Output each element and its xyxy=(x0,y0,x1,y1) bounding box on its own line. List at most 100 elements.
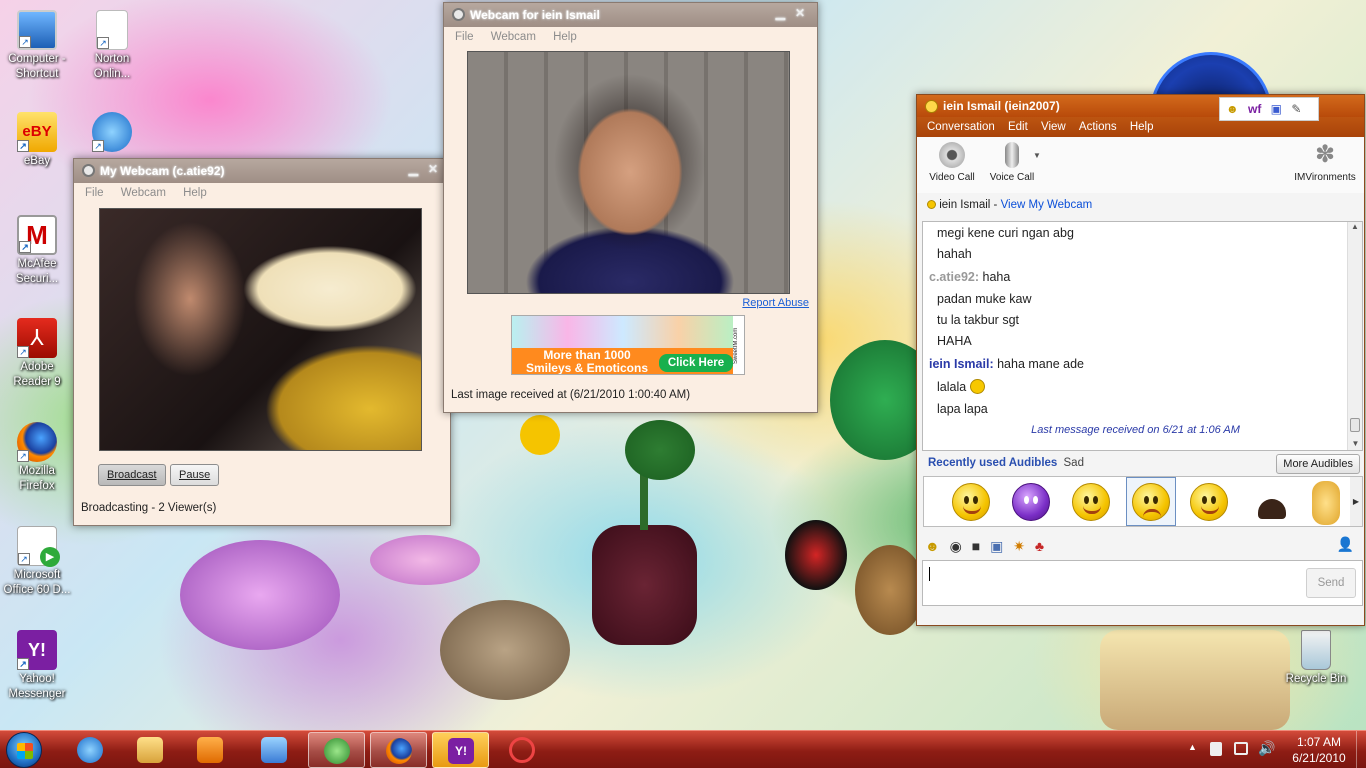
start-button[interactable] xyxy=(6,732,42,768)
smiley-icon[interactable]: ☻ xyxy=(1226,102,1239,116)
minimize-icon[interactable]: ▁ xyxy=(409,162,418,176)
webcam-icon xyxy=(939,142,965,168)
taskbar-media-player[interactable] xyxy=(182,732,239,768)
scroll-thumb[interactable] xyxy=(1350,418,1360,432)
shortcut-arrow-icon: ↗ xyxy=(92,140,104,152)
shortcut-arrow-icon: ↗ xyxy=(17,450,29,462)
show-desktop-button[interactable] xyxy=(1356,731,1366,768)
photo-icon[interactable]: ▣ xyxy=(990,538,1003,554)
close-icon[interactable]: ✕ xyxy=(428,162,438,176)
desktop-icon-mcafee[interactable]: M ↗ McAfee Securi... xyxy=(0,215,74,287)
audible-angel-icon[interactable] xyxy=(1072,483,1110,521)
quick-tools: ☻ wf ▣ ✎ xyxy=(1219,97,1319,121)
camera-icon[interactable]: ■ xyxy=(972,538,980,554)
contact-icon[interactable]: 👤 xyxy=(1337,536,1354,553)
taskbar-explorer[interactable] xyxy=(122,732,179,768)
clock[interactable]: 1:07 AM 6/21/2010 xyxy=(1282,734,1356,766)
menubar: File Webcam Help xyxy=(444,27,817,47)
nudge-icon[interactable]: ✷ xyxy=(1013,538,1025,554)
plugins-icon[interactable]: ♣ xyxy=(1035,538,1044,554)
scroll-right-icon[interactable]: ▶ xyxy=(1350,477,1362,526)
my-webcam-window: My Webcam (c.atie92) ▁ ✕ File Webcam Hel… xyxy=(73,158,451,526)
menu-file[interactable]: File xyxy=(85,187,104,199)
send-button[interactable]: Send xyxy=(1306,568,1356,598)
my-webcam-titlebar[interactable]: My Webcam (c.atie92) ▁ ✕ xyxy=(74,159,450,183)
report-abuse-link[interactable]: Report Abuse xyxy=(742,297,809,309)
tongue-emoticon-icon xyxy=(969,379,985,394)
chevron-down-icon[interactable]: ▼ xyxy=(1033,151,1041,160)
minimize-icon[interactable]: ▁ xyxy=(776,6,785,20)
menu-actions[interactable]: Actions xyxy=(1079,121,1117,133)
menu-help[interactable]: Help xyxy=(183,187,207,199)
text-cursor xyxy=(929,567,930,581)
shortcut-arrow-icon: ↗ xyxy=(19,241,31,253)
menu-webcam[interactable]: Webcam xyxy=(491,31,536,43)
close-icon[interactable]: ✕ xyxy=(795,6,805,20)
friend-webcam-video xyxy=(467,51,790,294)
volume-icon[interactable]: 🔊 xyxy=(1258,740,1275,757)
tray-device-icon[interactable] xyxy=(1210,742,1222,756)
desktop-icon-ebay[interactable]: eBY ↗ eBay xyxy=(0,112,74,169)
wallpaper-box xyxy=(1100,630,1290,730)
page-icon[interactable]: ▣ xyxy=(1271,102,1282,116)
taskbar-yahoo-messenger[interactable]: Y! xyxy=(432,732,489,768)
pause-button[interactable]: Pause xyxy=(170,464,220,486)
taskbar-firefox[interactable] xyxy=(370,732,427,768)
message-line: megi kene curi ngan abg xyxy=(937,226,1074,240)
scroll-down-icon[interactable]: ▼ xyxy=(1348,439,1363,448)
clock-date: 6/21/2010 xyxy=(1292,751,1346,765)
voice-call-button[interactable]: Voice Call xyxy=(987,142,1037,183)
emoticon-picker-icon[interactable]: ☻ xyxy=(925,538,940,554)
menu-file[interactable]: File xyxy=(455,31,474,43)
ad-banner[interactable]: More than 1000 Smileys & Emoticons Click… xyxy=(511,315,745,375)
audible-smile-icon[interactable] xyxy=(952,483,990,521)
menu-webcam[interactable]: Webcam xyxy=(121,187,166,199)
desktop-icon-ie[interactable]: ↗ xyxy=(75,112,149,154)
view-webcam-link[interactable]: View My Webcam xyxy=(1001,199,1093,211)
audible-selected[interactable] xyxy=(1126,477,1176,526)
show-hidden-icons[interactable]: ▲ xyxy=(1188,742,1197,752)
desktop-icon-office[interactable]: ▶ ↗ Microsoft Office 60 D... xyxy=(0,526,74,598)
network-icon[interactable] xyxy=(1234,742,1248,755)
menu-view[interactable]: View xyxy=(1041,121,1066,133)
wallpaper-blob xyxy=(180,540,340,650)
ad-click-here-button[interactable]: Click Here xyxy=(659,354,733,372)
desktop-icon-adobe[interactable]: ⅄ ↗ Adobe Reader 9 xyxy=(0,318,74,390)
taskbar-messenger-contacts[interactable] xyxy=(308,732,365,768)
desktop-icon-yahoo[interactable]: Y! ↗ Yahoo! Messenger xyxy=(0,630,74,702)
desktop-icon-norton[interactable]: ↗ Norton Onlin... xyxy=(75,10,149,82)
message-input[interactable] xyxy=(922,560,1363,606)
audible-blush-icon[interactable] xyxy=(1190,483,1228,521)
audible-lion-icon[interactable] xyxy=(1312,481,1340,525)
media-player-icon xyxy=(197,737,223,763)
menu-edit[interactable]: Edit xyxy=(1008,121,1028,133)
video-call-button[interactable]: Video Call xyxy=(927,142,977,183)
wf-icon[interactable]: wf xyxy=(1248,102,1261,116)
message-line: iein Ismail: haha mane ade xyxy=(929,357,1084,371)
firefox-icon: ↗ xyxy=(17,422,57,462)
desktop-icon-computer[interactable]: ↗ Computer - Shortcut xyxy=(0,10,74,82)
taskbar-app-loading[interactable] xyxy=(494,732,551,768)
desktop-icon-label: Yahoo! Messenger xyxy=(8,673,66,700)
more-audibles-button[interactable]: More Audibles xyxy=(1276,454,1360,474)
eye-icon[interactable]: ◉ xyxy=(950,538,962,554)
taskbar-app[interactable] xyxy=(246,732,303,768)
menu-help[interactable]: Help xyxy=(553,31,577,43)
desktop-icon-recycle-bin[interactable]: Recycle Bin xyxy=(1276,630,1356,687)
scroll-up-icon[interactable]: ▲ xyxy=(1348,222,1362,231)
audible-hedgehog-icon[interactable] xyxy=(1258,499,1286,519)
chat-history[interactable]: megi kene curi ngan abg hahah c.atie92: … xyxy=(922,221,1363,451)
wrench-icon[interactable]: ✎ xyxy=(1291,102,1301,116)
menu-help[interactable]: Help xyxy=(1130,121,1154,133)
menu-conversation[interactable]: Conversation xyxy=(927,121,995,133)
audibles-current: Sad xyxy=(1063,457,1084,469)
chat-scrollbar[interactable]: ▲ ▼ xyxy=(1347,222,1362,450)
microphone-icon xyxy=(1005,142,1019,168)
audible-devil-icon[interactable] xyxy=(1012,483,1050,521)
desktop-icon-firefox[interactable]: ↗ Mozilla Firefox xyxy=(0,422,74,494)
friend-webcam-titlebar[interactable]: Webcam for iein Ismail ▁ ✕ xyxy=(444,3,817,27)
imvironments-button[interactable]: ✽ IMVironments xyxy=(1294,142,1356,184)
broadcast-button[interactable]: Broadcast xyxy=(98,464,166,486)
taskbar-ie[interactable] xyxy=(62,732,119,768)
desktop-icon-label: Norton Onlin... xyxy=(93,53,131,80)
